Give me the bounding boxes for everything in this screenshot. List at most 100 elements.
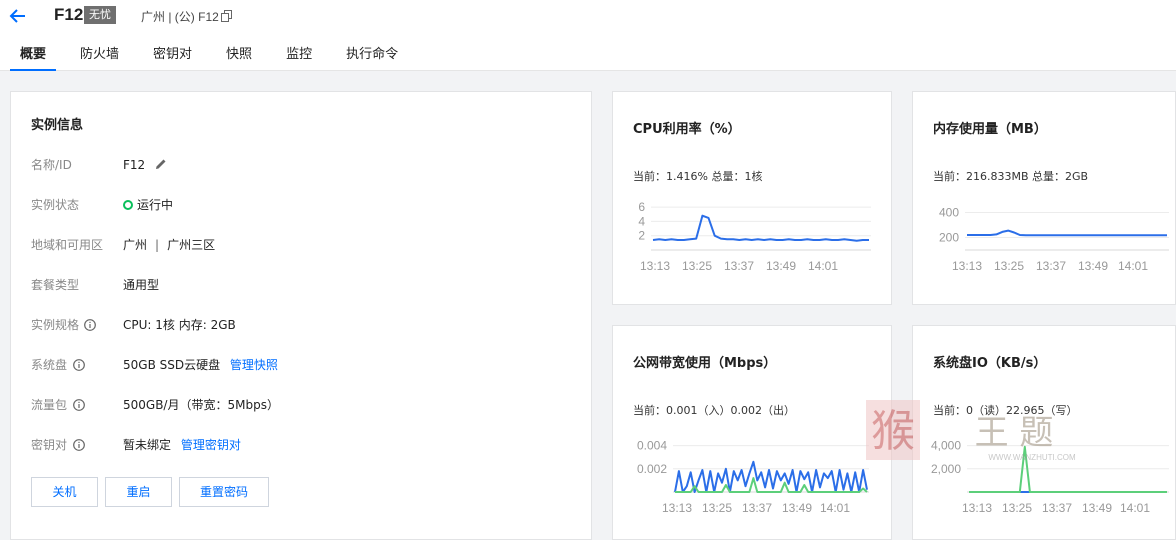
- tab-monitor[interactable]: 监控: [276, 46, 322, 71]
- restart-button[interactable]: 重启: [105, 477, 172, 507]
- watermark: 猴 王 题 WWW.WANZHUTI.COM: [864, 398, 1094, 464]
- traffic-value: 500GB/月（带宽：5Mbps）: [123, 398, 279, 412]
- tab-bar: 概要 防火墙 密钥对 快照 监控 执行命令: [10, 46, 422, 71]
- row-keypair: 密钥对 暂未绑定 管理密钥对: [31, 436, 571, 454]
- info-icon[interactable]: [84, 319, 96, 331]
- tab-firewall[interactable]: 防火墙: [70, 46, 129, 71]
- manage-snapshot-link[interactable]: 管理快照: [230, 358, 278, 372]
- back-arrow-icon[interactable]: [8, 6, 28, 26]
- zone-region: 广州: [123, 238, 148, 252]
- x-tick-label: 13:25: [682, 259, 712, 273]
- disk-value: 50GB SSD云硬盘 管理快照: [123, 356, 278, 374]
- bandwidth-chart-card: 公网带宽使用（Mbps） 当前：0.001（入）0.002（出） 0.002 0.…: [612, 325, 892, 540]
- edit-icon[interactable]: [155, 158, 167, 170]
- x-tick-label: 13:25: [994, 259, 1024, 273]
- info-icon[interactable]: [73, 399, 85, 411]
- y-tick-label: 400: [939, 206, 959, 220]
- package-value: 通用型: [123, 278, 160, 292]
- svg-text:猴: 猴: [871, 406, 915, 457]
- x-tick-label: 13:13: [662, 501, 692, 515]
- cpu-chart-title: CPU利用率（%）: [633, 122, 741, 137]
- traffic-label: 流量包: [31, 398, 68, 412]
- x-tick-label: 14:01: [808, 259, 838, 273]
- y-tick-label: 0.002: [637, 462, 667, 476]
- row-zone: 地域和可用区 广州 | 广州三区: [31, 236, 571, 254]
- status-text: 运行中: [137, 198, 174, 212]
- memory-chart-title: 内存使用量（MB）: [933, 122, 1047, 137]
- spec-value: CPU: 1核 内存: 2GB: [123, 318, 236, 332]
- disk-label: 系统盘: [31, 358, 68, 372]
- x-tick-label: 13:25: [702, 501, 732, 515]
- region-text: 广州 | (公) F12: [141, 10, 219, 24]
- watermark-text: 王 题: [975, 413, 1054, 453]
- running-status-icon: [123, 200, 133, 210]
- series-line-0: [967, 229, 1167, 237]
- y-tick-label: 200: [939, 231, 959, 245]
- instance-title: F12: [54, 5, 84, 24]
- y-tick-label: 0.004: [637, 439, 667, 453]
- memory-current-text: 当前：216.833MB 总量：2GB: [933, 170, 1089, 183]
- status-value: 运行中: [123, 196, 173, 214]
- x-tick-label: 13:49: [782, 501, 812, 515]
- watermark-url: WWW.WANZHUTI.COM: [988, 453, 1076, 462]
- x-tick-label: 13:37: [742, 501, 772, 515]
- disk-io-chart-title: 系统盘IO（KB/s）: [933, 356, 1047, 371]
- name-text: F12: [123, 158, 146, 172]
- x-tick-label: 13:49: [766, 259, 796, 273]
- reset-password-button[interactable]: 重置密码: [179, 477, 269, 507]
- x-tick-label: 13:37: [1042, 501, 1072, 515]
- x-tick-label: 14:01: [1118, 259, 1148, 273]
- series-line-0: [652, 214, 869, 242]
- header-bar: F12 无忧 广州 | (公) F12 概要 防火墙 密钥对 快照 监控 执行命…: [0, 0, 1176, 71]
- tab-command[interactable]: 执行命令: [336, 46, 408, 71]
- copy-icon[interactable]: [221, 10, 233, 22]
- x-tick-label: 13:49: [1082, 501, 1112, 515]
- zone-separator: |: [155, 238, 160, 252]
- bandwidth-chart-title: 公网带宽使用（Mbps）: [633, 356, 777, 371]
- zone-label: 地域和可用区: [31, 238, 104, 252]
- x-tick-label: 13:13: [962, 501, 992, 515]
- x-tick-label: 13:49: [1078, 259, 1108, 273]
- series-line-0: [674, 460, 868, 493]
- x-tick-label: 13:37: [1036, 259, 1066, 273]
- x-tick-label: 13:37: [724, 259, 754, 273]
- spec-label: 实例规格: [31, 318, 80, 332]
- cpu-chart: 246 13:13 13:25 13:37 13:49 14:01: [638, 200, 871, 273]
- watermark-logo: 猴 王 题 WWW.WANZHUTI.COM: [866, 400, 1076, 462]
- package-label: 套餐类型: [31, 278, 80, 292]
- instance-info-panel: 实例信息 名称/ID F12 实例状态 运行中 地域和可用区 广州 | 广州三区 套…: [10, 91, 592, 540]
- manage-keypair-link[interactable]: 管理密钥对: [181, 438, 241, 452]
- status-label: 实例状态: [31, 198, 80, 212]
- bandwidth-current-text: 当前：0.001（入）0.002（出）: [633, 404, 795, 417]
- info-icon[interactable]: [73, 439, 85, 451]
- memory-chart: 200 400 13:13 13:25 13:37 13:49 14:01: [939, 206, 1169, 273]
- y-tick-label: 4: [638, 214, 645, 228]
- row-spec: 实例规格 CPU: 1核 内存: 2GB: [31, 316, 571, 334]
- disk-text: 50GB SSD云硬盘: [123, 358, 221, 372]
- x-tick-label: 14:01: [1120, 501, 1150, 515]
- x-tick-label: 13:13: [952, 259, 982, 273]
- x-tick-label: 13:25: [1002, 501, 1032, 515]
- keypair-value: 暂未绑定 管理密钥对: [123, 436, 241, 454]
- info-icon[interactable]: [73, 359, 85, 371]
- cpu-chart-card: CPU利用率（%） 当前：1.416% 总量：1核 2 4 6 13:13 13:25 1…: [612, 91, 892, 305]
- zone-name: 广州三区: [167, 238, 216, 252]
- name-label: 名称/ID: [31, 158, 72, 172]
- keypair-text: 暂未绑定: [123, 438, 172, 452]
- name-value: F12: [123, 156, 167, 174]
- shutdown-button[interactable]: 关机: [31, 477, 98, 507]
- tab-snapshot[interactable]: 快照: [216, 46, 262, 71]
- row-status: 实例状态 运行中: [31, 196, 571, 214]
- tab-keypair[interactable]: 密钥对: [143, 46, 202, 71]
- panel-title: 实例信息: [31, 118, 84, 133]
- row-disk: 系统盘 50GB SSD云硬盘 管理快照: [31, 356, 571, 374]
- keypair-label: 密钥对: [31, 438, 68, 452]
- plan-badge: 无忧: [84, 6, 116, 24]
- x-tick-label: 13:13: [640, 259, 670, 273]
- bandwidth-chart: 0.002 0.004 13:13 13:25 13:37 13:49 14:01: [637, 439, 869, 515]
- cpu-current-text: 当前：1.416% 总量：1核: [633, 170, 763, 183]
- row-package: 套餐类型 通用型: [31, 276, 571, 294]
- tab-overview[interactable]: 概要: [10, 46, 57, 71]
- row-traffic: 流量包 500GB/月（带宽：5Mbps）: [31, 396, 571, 414]
- zone-value: 广州 | 广州三区: [123, 236, 215, 254]
